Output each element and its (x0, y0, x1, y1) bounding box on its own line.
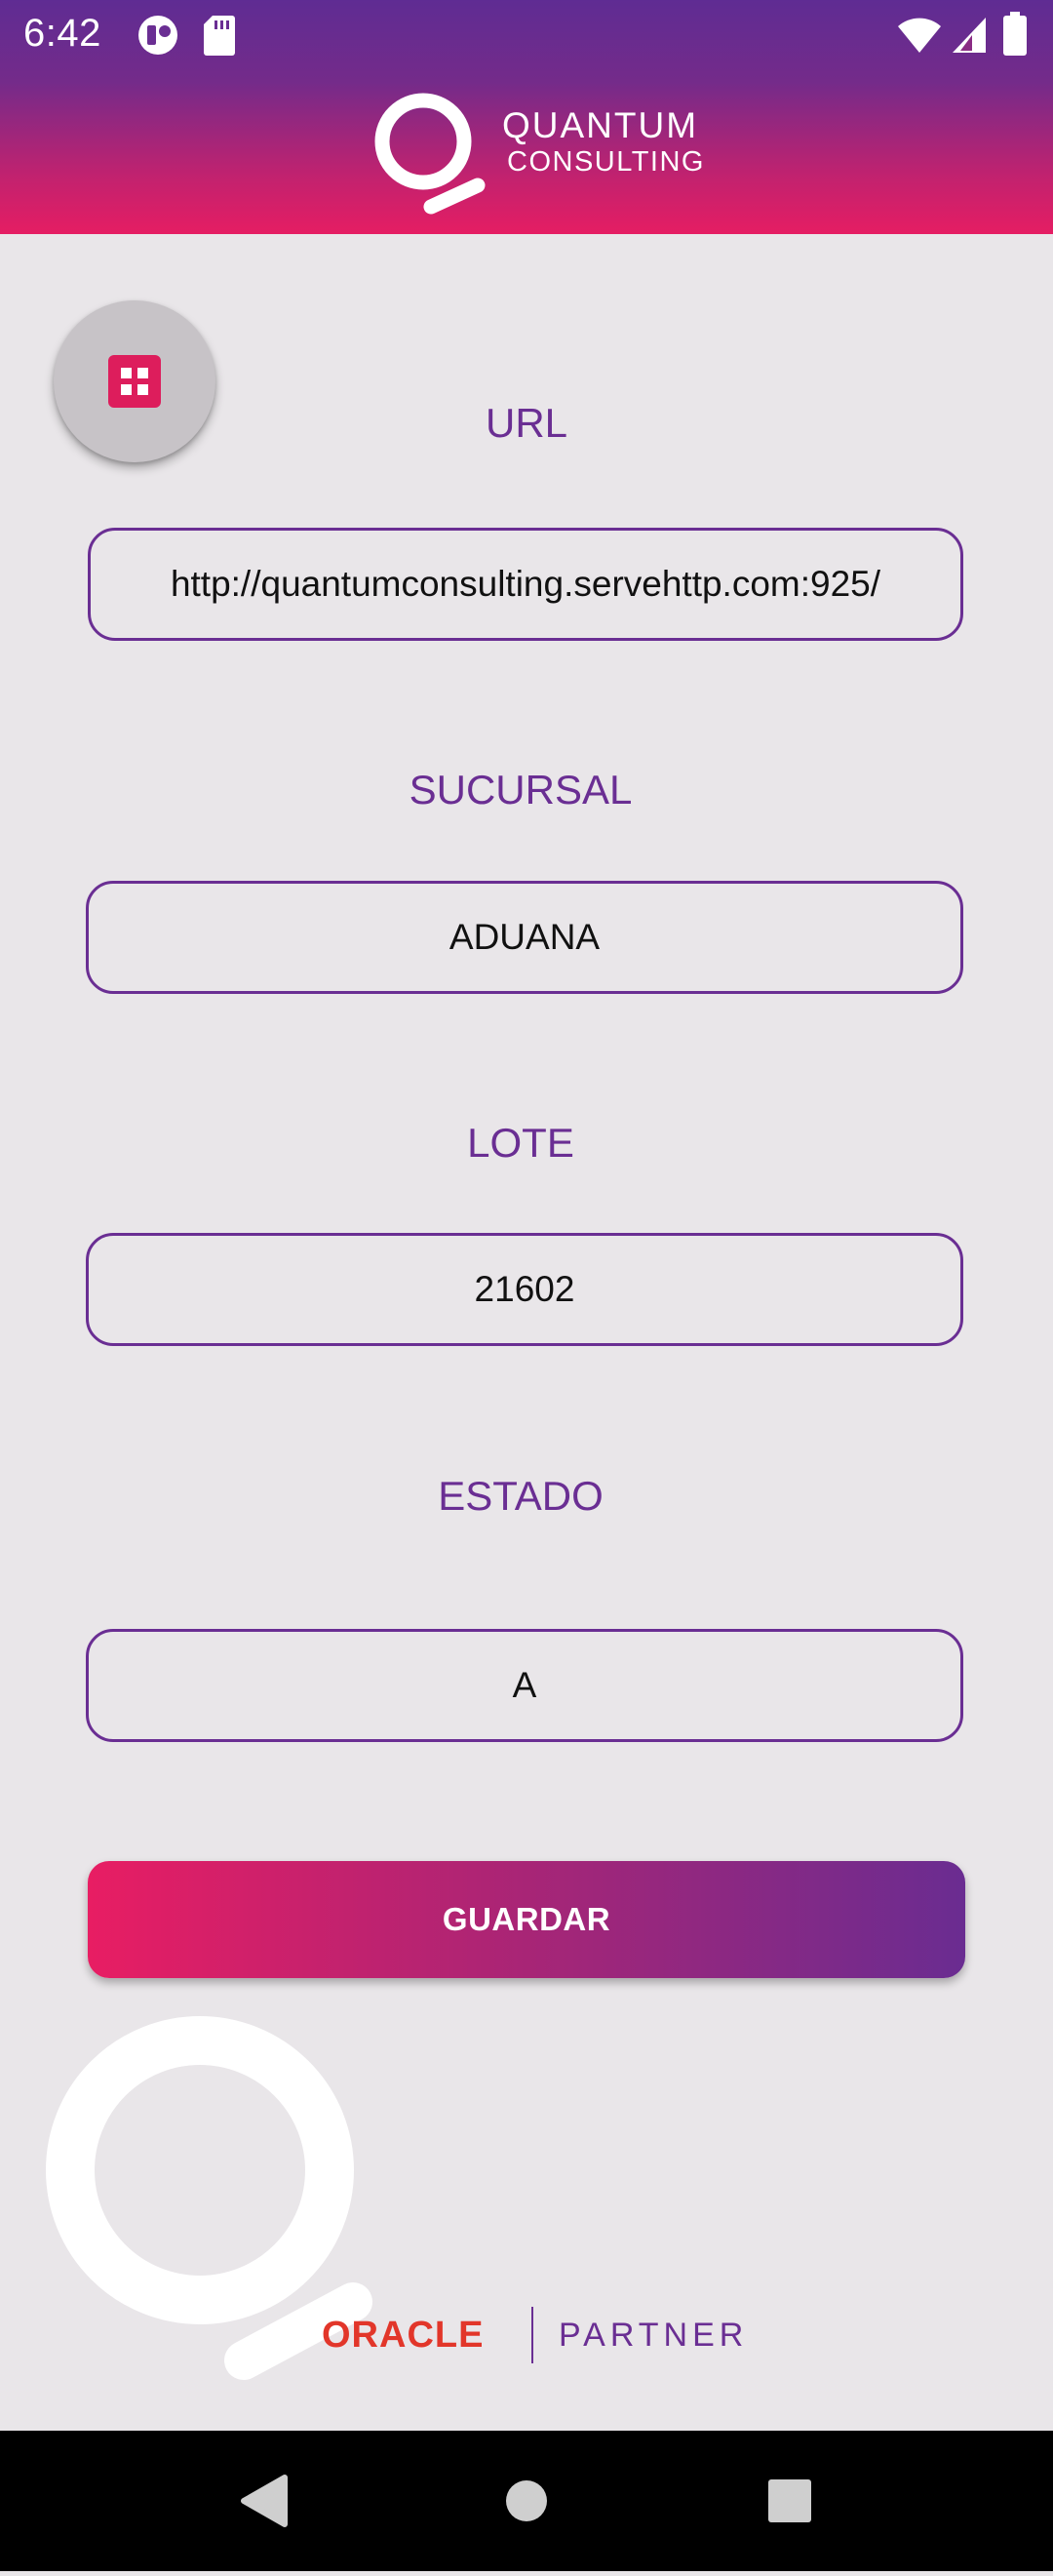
status-time: 6:42 (23, 12, 101, 55)
recents-button[interactable] (731, 2431, 848, 2571)
oracle-separator (531, 2307, 533, 2363)
quantum-q-icon (374, 93, 486, 215)
estado-label: ESTADO (438, 1473, 604, 1519)
status-bar: 6:42 (0, 0, 1053, 70)
cell-signal-icon (951, 16, 988, 59)
app-notification-icon (136, 14, 179, 61)
sucursal-input[interactable]: ADUANA (86, 881, 963, 994)
recents-icon (768, 2479, 811, 2522)
lote-input[interactable]: 21602 (86, 1233, 963, 1346)
home-icon (506, 2480, 547, 2521)
back-button[interactable] (203, 2431, 320, 2571)
sd-card-icon (203, 14, 236, 61)
estado-input[interactable]: A (86, 1629, 963, 1742)
url-input[interactable]: http://quantumconsulting.servehttp.com:9… (88, 528, 963, 641)
quantum-logo: QUANTUM CONSULTING (370, 88, 722, 219)
logo-text-quantum: QUANTUM (502, 105, 699, 145)
navigation-bar (0, 2431, 1053, 2571)
back-icon (241, 2475, 288, 2527)
battery-icon (1002, 12, 1028, 61)
oracle-wordmark: ORACLE (322, 2315, 485, 2356)
partner-text: PARTNER (559, 2317, 749, 2354)
lote-label: LOTE (467, 1120, 574, 1166)
wifi-icon (897, 16, 942, 59)
logo-text-consulting: CONSULTING (507, 146, 705, 178)
oracle-partner-logo: ORACLE PARTNER (322, 2307, 751, 2365)
save-button[interactable]: GUARDAR (88, 1861, 965, 1978)
app-header: 6:42 QUANTUM CONSULTING (0, 0, 1053, 234)
url-label: URL (485, 400, 568, 446)
home-button[interactable] (468, 2431, 585, 2571)
sucursal-label: SUCURSAL (409, 767, 633, 812)
